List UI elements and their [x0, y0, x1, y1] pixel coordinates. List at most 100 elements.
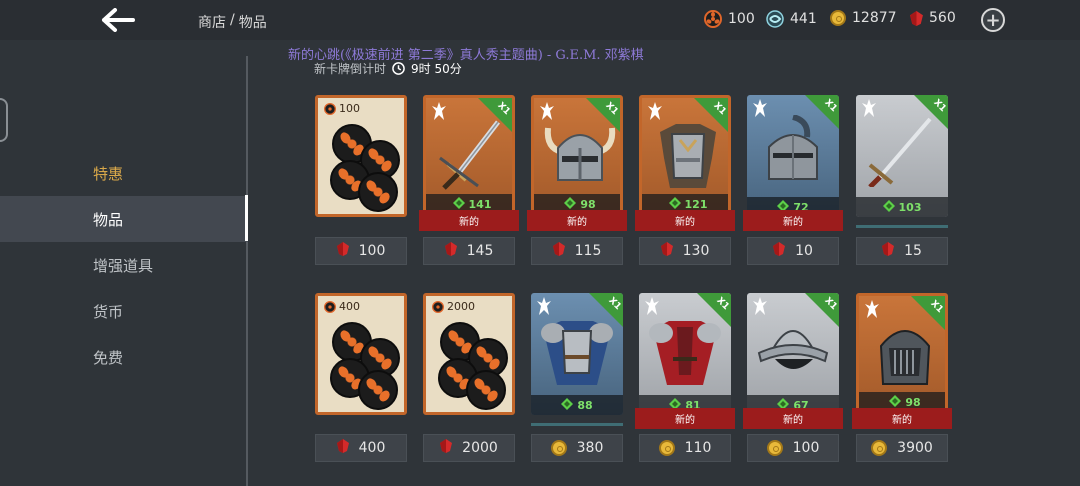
- shop-item-card[interactable]: X1 141 新的: [419, 95, 519, 231]
- swirl-token-balance: 441: [766, 10, 817, 28]
- card-frame: X1 98: [531, 95, 623, 217]
- side-handle[interactable]: [0, 98, 8, 142]
- buy-button[interactable]: 110: [639, 434, 731, 462]
- ruby-gem-icon: [882, 242, 895, 260]
- power-value: 88: [577, 398, 593, 412]
- breadcrumb: 商店 / 物品: [198, 12, 267, 32]
- sidebar-item-items[interactable]: 物品: [0, 196, 248, 242]
- gold-value: 12877: [852, 10, 897, 26]
- new-badge: 新的: [635, 210, 735, 231]
- price-value: 130: [682, 243, 710, 259]
- orange-emblem-icon: [432, 300, 444, 313]
- swirl-token-value: 441: [790, 11, 817, 27]
- sidebar-item-label: 货币: [93, 302, 124, 321]
- shop-item-card[interactable]: X1 121 新的: [635, 95, 735, 231]
- coin-amount: 400: [324, 300, 360, 313]
- power-rating: 88: [531, 395, 623, 415]
- ruby-gem-icon: [910, 10, 923, 26]
- power-value: 121: [684, 197, 708, 211]
- shop-item-card[interactable]: X1 67 新的: [743, 293, 843, 429]
- buy-button[interactable]: 115: [531, 237, 623, 265]
- buy-button[interactable]: 130: [639, 237, 731, 265]
- card-frame: 2000: [423, 293, 515, 415]
- add-currency-button[interactable]: +: [981, 8, 1005, 32]
- power-value: 141: [468, 197, 492, 211]
- owned-indicator: [856, 225, 948, 228]
- kettle-helmet-icon: [755, 313, 831, 385]
- category-sidebar: 特惠 物品 增强道具 货币 免费: [0, 150, 248, 380]
- buy-button[interactable]: 15: [856, 237, 948, 265]
- price-value: 100: [358, 243, 386, 259]
- gold-coin-icon: [871, 440, 888, 456]
- buy-button[interactable]: 2000: [423, 434, 515, 462]
- buy-button[interactable]: 10: [747, 237, 839, 265]
- ruby-gem-icon: [660, 242, 673, 260]
- shop-item-card[interactable]: X1 103: [856, 95, 948, 217]
- coin-amount: 2000: [432, 300, 475, 313]
- sidebar-item-label: 特惠: [93, 164, 124, 183]
- buy-button[interactable]: 145: [423, 237, 515, 265]
- card-frame: X1 121: [639, 95, 731, 217]
- shop-item-card[interactable]: X1 88: [531, 293, 623, 415]
- horned-helmet-icon: [542, 118, 618, 190]
- shop-item-card[interactable]: 400: [315, 293, 407, 415]
- price-value: 10: [795, 243, 813, 259]
- ruby-gem-icon: [336, 439, 349, 457]
- coin-amount-value: 100: [339, 102, 360, 115]
- buy-button[interactable]: 400: [315, 434, 407, 462]
- raid-token-value: 100: [728, 11, 755, 27]
- new-badge: 新的: [743, 408, 843, 429]
- raid-token-balance: 100: [704, 10, 755, 28]
- card-frame: X1 103: [856, 95, 948, 217]
- ruby-value: 560: [929, 10, 956, 26]
- shop-item-card[interactable]: X1 98 新的: [852, 293, 952, 429]
- gold-coin-icon: [550, 440, 567, 456]
- price-value: 2000: [462, 440, 498, 456]
- sword-icon: [434, 118, 510, 190]
- new-badge: 新的: [527, 210, 627, 231]
- ruby-gem-icon: [773, 242, 786, 260]
- breadcrumb-shop[interactable]: 商店: [198, 12, 226, 32]
- ruby-gem-icon: [336, 242, 349, 260]
- sidebar-item-free[interactable]: 免费: [0, 334, 248, 380]
- new-badge: 新的: [852, 408, 952, 429]
- shop-item-card[interactable]: 100: [315, 95, 407, 217]
- timer-label: 新卡牌倒计时: [314, 62, 387, 76]
- orange-emblem-icon: [324, 300, 336, 313]
- buy-button[interactable]: 3900: [856, 434, 948, 462]
- breadcrumb-items: 物品: [238, 15, 267, 31]
- gold-coin-icon: [766, 440, 783, 456]
- sidebar-item-boosts[interactable]: 增强道具: [0, 242, 248, 288]
- back-arrow-icon: [102, 8, 135, 32]
- clock-icon: [392, 62, 405, 75]
- power-value: 98: [905, 395, 921, 409]
- orange-emblem-icon: [328, 124, 400, 212]
- shop-item-card[interactable]: 2000: [423, 293, 515, 415]
- buy-button[interactable]: 100: [315, 237, 407, 265]
- power-rating: 103: [856, 197, 948, 217]
- new-badge: 新的: [419, 210, 519, 231]
- shop-item-card[interactable]: X1 72 新的: [743, 95, 843, 231]
- power-value: 98: [580, 197, 596, 211]
- timer-value: 9时 50分: [411, 62, 462, 76]
- owned-indicator: [531, 423, 623, 426]
- buy-button[interactable]: 380: [531, 434, 623, 462]
- longsword-icon: [864, 115, 940, 189]
- sidebar-item-currency[interactable]: 货币: [0, 288, 248, 334]
- ruby-gem-icon: [440, 439, 453, 457]
- new-card-timer: 新卡牌倒计时 9时 50分: [314, 60, 462, 77]
- new-badge: 新的: [635, 408, 735, 429]
- shop-item-card[interactable]: X1 81 新的: [635, 293, 735, 429]
- gold-coin-icon: [658, 440, 675, 456]
- back-button[interactable]: [96, 4, 140, 36]
- card-frame: 100: [315, 95, 407, 217]
- blue-armor-icon: [539, 313, 615, 385]
- coin-amount-value: 400: [339, 300, 360, 313]
- price-value: 3900: [897, 440, 933, 456]
- orange-emblem-icon: [324, 102, 336, 115]
- buy-button[interactable]: 100: [747, 434, 839, 462]
- shop-item-card[interactable]: X1 98 新的: [527, 95, 627, 231]
- top-bar: 商店 / 物品 100 441 12877 560 +: [0, 0, 1080, 40]
- card-frame: X1 72: [747, 95, 839, 217]
- sidebar-item-specials[interactable]: 特惠: [0, 150, 248, 196]
